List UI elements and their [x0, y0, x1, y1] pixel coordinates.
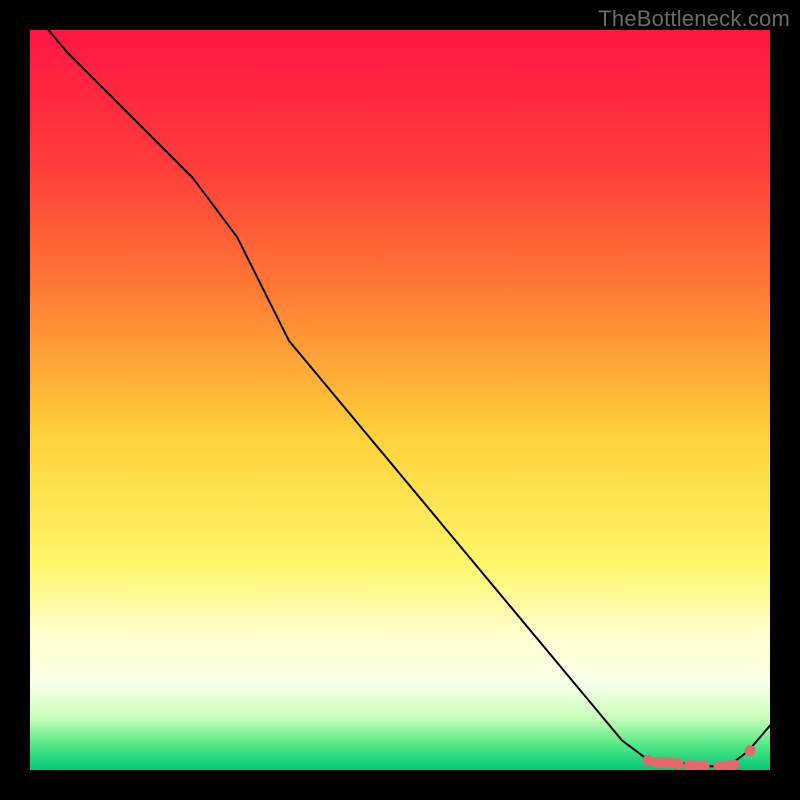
marker-dot: [673, 758, 684, 769]
chart-stage: TheBottleneck.com: [0, 0, 800, 800]
marker-dot: [728, 759, 739, 770]
marker-dot: [745, 745, 756, 756]
chart-svg: [30, 30, 770, 770]
gradient-background: [30, 30, 770, 770]
chart-plot-area: [30, 30, 770, 770]
attribution-label: TheBottleneck.com: [598, 6, 790, 32]
